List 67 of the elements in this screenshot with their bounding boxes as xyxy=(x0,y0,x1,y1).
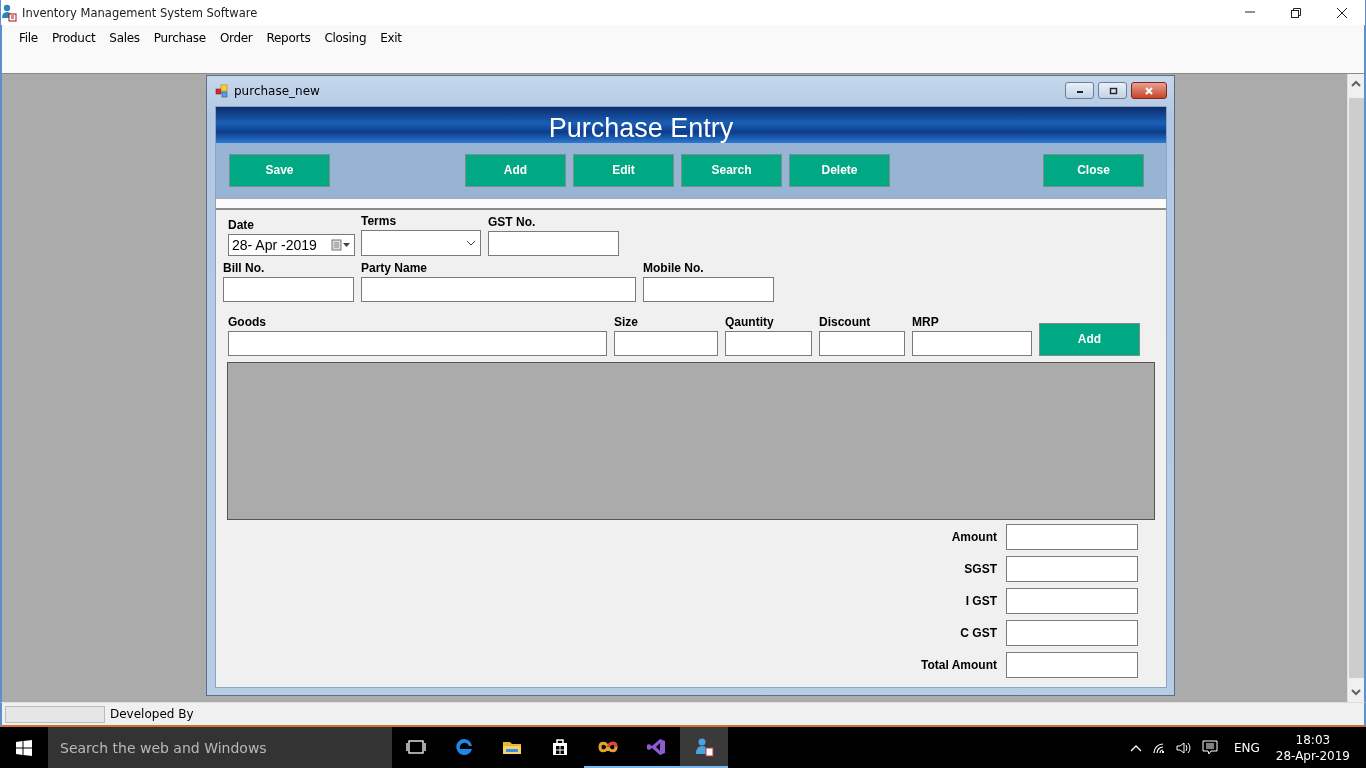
menu-item[interactable]: Purchase xyxy=(146,28,213,49)
text-field[interactable] xyxy=(1006,523,1138,550)
field-label: Party Name xyxy=(361,260,429,275)
shopping-bag-icon xyxy=(550,736,570,757)
window-title: Inventory Management System Software xyxy=(22,5,259,20)
text-field[interactable] xyxy=(1006,651,1138,678)
total-label: Amount xyxy=(951,529,997,544)
browser-icon xyxy=(454,736,474,757)
field-label: Terms xyxy=(361,213,398,228)
search-field[interactable]: Search the web and Windows xyxy=(48,727,392,768)
speaker-icon[interactable] xyxy=(1175,740,1192,755)
clock-date[interactable]: 28-Apr-2019 xyxy=(1275,747,1350,764)
field-label: Discount xyxy=(819,314,872,329)
menu-item[interactable]: Reports xyxy=(259,28,318,49)
menu-item[interactable]: Closing xyxy=(317,28,374,49)
chevron-up-icon[interactable] xyxy=(1129,743,1142,752)
text-field[interactable] xyxy=(223,276,354,302)
menu-item[interactable]: Exit xyxy=(373,28,409,49)
close-icon xyxy=(1143,85,1155,96)
field-label: Qauntity xyxy=(725,314,775,329)
language-indicator[interactable]: ENG xyxy=(1233,740,1260,755)
field-label: Goods xyxy=(228,314,267,329)
chevron-down-icon xyxy=(466,239,476,246)
text-field[interactable] xyxy=(819,330,905,356)
studio-icon xyxy=(646,736,666,757)
text-field[interactable] xyxy=(1006,555,1138,582)
field-label: Date xyxy=(228,217,255,232)
text-field[interactable] xyxy=(614,330,718,356)
close-icon xyxy=(1336,6,1348,19)
total-label: SGST xyxy=(964,561,997,576)
field-label: MRP xyxy=(912,314,940,329)
text-field[interactable] xyxy=(488,230,619,256)
form-title: purchase_new xyxy=(234,83,321,98)
vertical-scrollbar[interactable] xyxy=(1347,73,1364,703)
form-icon xyxy=(215,83,229,98)
maximize-button[interactable] xyxy=(1098,82,1127,100)
clock-time[interactable]: 18:03 xyxy=(1295,731,1331,748)
terms-dropdown[interactable] xyxy=(361,229,481,256)
notification-icon[interactable] xyxy=(1201,739,1218,756)
close-button[interactable] xyxy=(1131,82,1167,100)
calendar-dropdown-icon xyxy=(331,238,351,251)
text-field[interactable] xyxy=(1006,619,1138,646)
windows-logo-icon xyxy=(16,739,32,756)
menu-item[interactable]: Order xyxy=(212,28,260,49)
field-label: Bill No. xyxy=(223,260,266,275)
date-picker[interactable]: 28- Apr -2019 xyxy=(228,233,355,256)
minimize-button[interactable] xyxy=(1065,82,1094,100)
menu-item[interactable]: Product xyxy=(44,28,103,49)
total-label: Total Amount xyxy=(921,657,997,672)
text-field[interactable] xyxy=(1006,587,1138,614)
header-title: Purchase Entry xyxy=(548,112,734,143)
text-field[interactable] xyxy=(725,330,812,356)
menu-item[interactable]: Sales xyxy=(102,28,147,49)
field-label: GST No. xyxy=(488,214,537,229)
total-label: C GST xyxy=(960,625,997,640)
text-field[interactable] xyxy=(361,276,636,302)
restore-icon xyxy=(1290,6,1302,19)
total-label: I GST xyxy=(965,593,997,608)
text-field[interactable] xyxy=(228,330,607,356)
wifi-icon[interactable] xyxy=(1151,741,1166,754)
field-label: Mobile No. xyxy=(643,260,705,275)
text-field[interactable] xyxy=(912,330,1032,356)
menu-item[interactable]: File xyxy=(12,28,45,49)
text-field[interactable] xyxy=(643,276,774,302)
status-text: Developed By xyxy=(110,707,194,722)
person-document-icon xyxy=(694,736,714,757)
field-label: Size xyxy=(614,314,639,329)
